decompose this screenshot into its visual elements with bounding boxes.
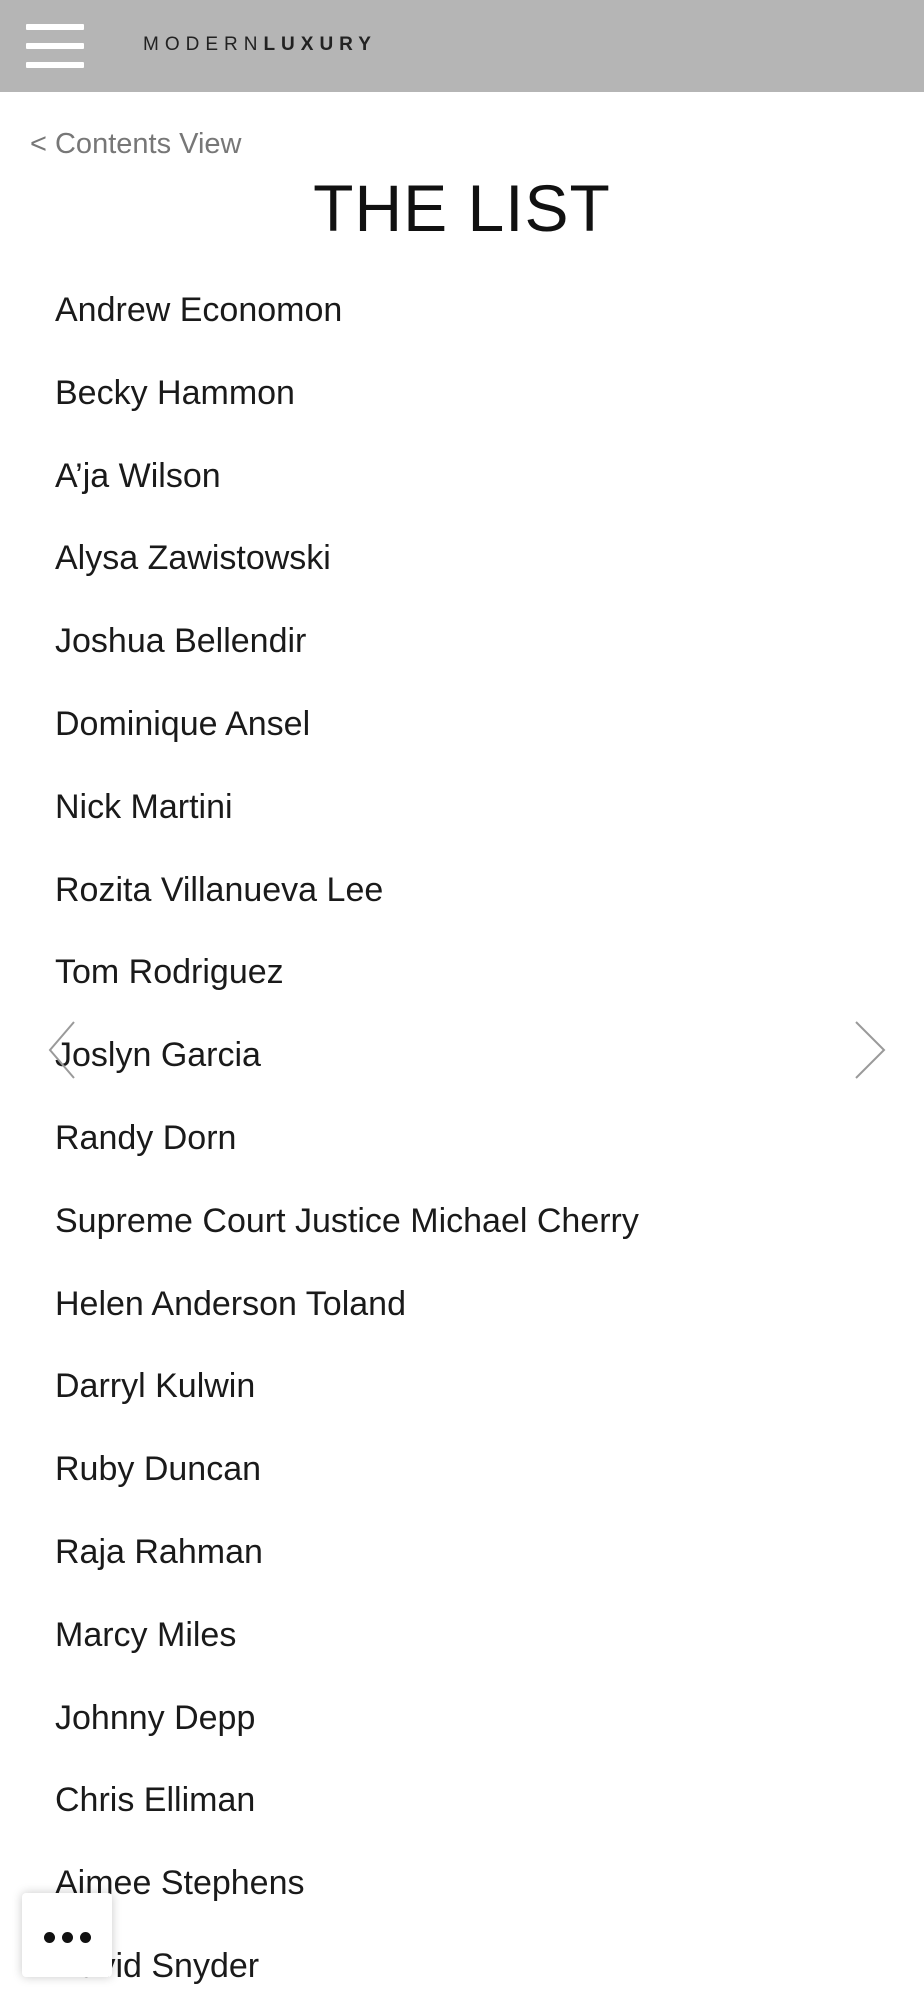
list-item[interactable]: Alysa Zawistowski	[55, 530, 639, 613]
more-button[interactable]	[22, 1893, 112, 1977]
brand-logo[interactable]: MODERNLUXURY	[143, 30, 377, 60]
logo-text-bold: LUXURY	[263, 34, 377, 55]
list-item[interactable]: Becky Hammon	[55, 365, 639, 448]
list-item[interactable]: Ruby Duncan	[55, 1441, 639, 1524]
list-item[interactable]: Aimee Stephens	[55, 1855, 639, 1938]
more-dots-icon	[44, 1932, 55, 1943]
page: MODERNLUXURY < Contents View THE LIST An…	[0, 0, 924, 2000]
list-item[interactable]: Nick Martini	[55, 779, 639, 862]
list-item[interactable]: Andrew Economon	[55, 282, 639, 365]
contents-view-link[interactable]: < Contents View	[30, 128, 241, 161]
list-item[interactable]: Helen Anderson Toland	[55, 1276, 639, 1359]
list-item[interactable]: Dominique Ansel	[55, 696, 639, 779]
list-item[interactable]: A’ja Wilson	[55, 448, 639, 531]
list-item[interactable]: Randy Dorn	[55, 1110, 639, 1193]
list-item[interactable]: Johnny Depp	[55, 1690, 639, 1773]
list-item[interactable]: Rozita Villanueva Lee	[55, 862, 639, 945]
chevron-right-icon[interactable]	[852, 1018, 892, 1082]
list-item[interactable]: Raja Rahman	[55, 1524, 639, 1607]
list-item[interactable]: Tom Rodriguez	[55, 944, 639, 1027]
list-item[interactable]: Joshua Bellendir	[55, 613, 639, 696]
list-item[interactable]: Darryl Kulwin	[55, 1358, 639, 1441]
hamburger-menu-icon[interactable]	[26, 24, 84, 70]
logo-text-light: MODERN	[143, 34, 264, 55]
name-list: Andrew Economon Becky Hammon A’ja Wilson…	[55, 282, 639, 2000]
page-title: THE LIST	[313, 171, 611, 245]
list-item[interactable]: David Snyder	[55, 1938, 639, 2000]
list-item[interactable]: Supreme Court Justice Michael Cherry	[55, 1193, 639, 1276]
list-item[interactable]: Joslyn Garcia	[55, 1027, 639, 1110]
list-item[interactable]: Marcy Miles	[55, 1607, 639, 1690]
list-item[interactable]: Chris Elliman	[55, 1772, 639, 1855]
chevron-left-icon[interactable]	[46, 1018, 86, 1082]
top-bar: MODERNLUXURY	[0, 0, 924, 92]
